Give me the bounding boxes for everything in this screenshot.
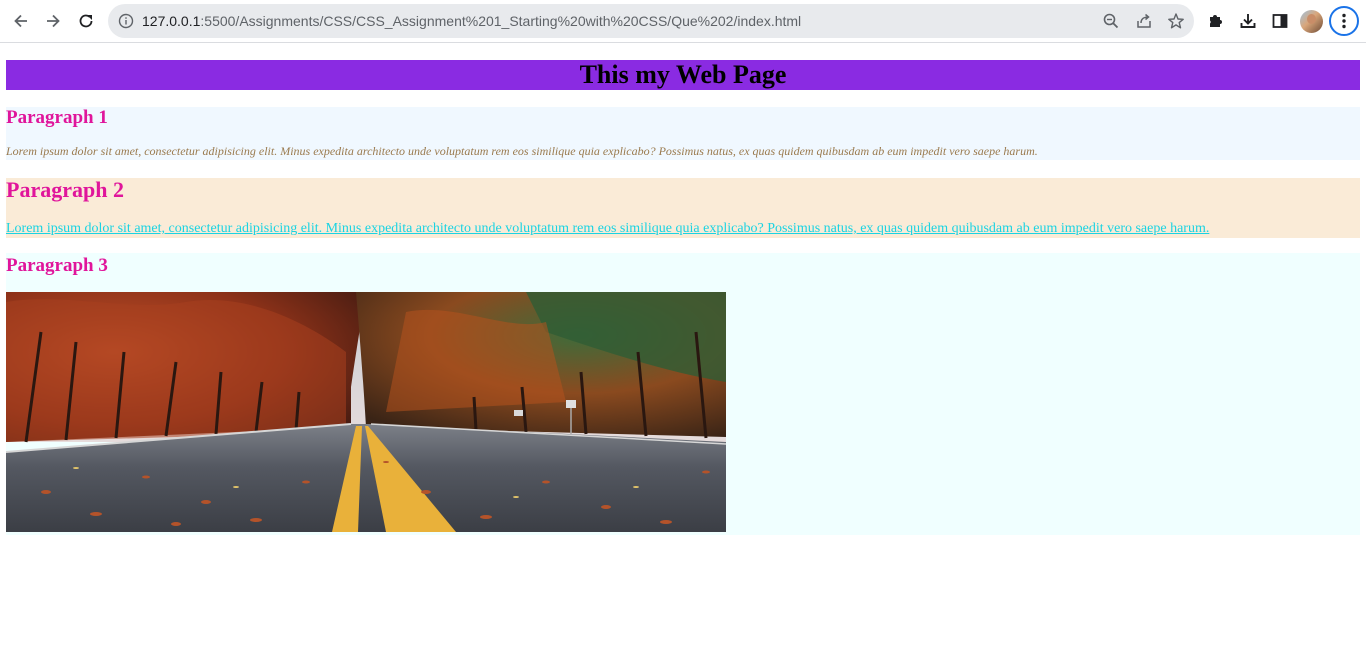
page-title: This my Web Page xyxy=(6,60,1360,90)
star-icon[interactable] xyxy=(1167,12,1185,30)
autumn-road-image xyxy=(6,292,726,532)
page-viewport: This my Web Page Paragraph 1 Lorem ipsum… xyxy=(0,44,1366,651)
url-text[interactable]: 127.0.0.1:5500/Assignments/CSS/CSS_Assig… xyxy=(142,13,801,29)
info-icon[interactable] xyxy=(118,13,134,29)
puzzle-icon xyxy=(1210,15,1222,27)
avatar[interactable] xyxy=(1300,10,1323,33)
reload-icon xyxy=(79,14,93,28)
arrow-left-icon xyxy=(14,14,27,28)
paragraph-3-title: Paragraph 3 xyxy=(6,255,108,276)
paragraph-1-title: Paragraph 1 xyxy=(6,107,108,128)
paragraph-2-link[interactable]: Lorem ipsum dolor sit amet, consectetur … xyxy=(6,221,1209,237)
kebab-menu-icon xyxy=(1342,13,1346,29)
back-button[interactable] xyxy=(7,7,35,35)
paragraph-2-title: Paragraph 2 xyxy=(6,177,124,202)
autumn-road-image-graphic xyxy=(6,292,726,532)
paragraph-1-text: Lorem ipsum dolor sit amet, consectetur … xyxy=(6,144,1038,158)
reload-button[interactable] xyxy=(72,7,100,35)
paragraph-2-section: Paragraph 2 Lorem ipsum dolor sit amet, … xyxy=(6,178,1360,238)
browser-toolbar: 127.0.0.1:5500/Assignments/CSS/CSS_Assig… xyxy=(0,0,1366,43)
download-icon xyxy=(1240,14,1256,28)
extensions-button[interactable] xyxy=(1202,7,1230,35)
address-bar[interactable]: 127.0.0.1:5500/Assignments/CSS/CSS_Assig… xyxy=(108,4,1194,38)
url-host: 127.0.0.1 xyxy=(142,13,201,29)
arrow-right-icon xyxy=(47,14,60,28)
zoom-icon[interactable] xyxy=(1102,12,1120,30)
side-panel-button[interactable] xyxy=(1266,7,1294,35)
forward-button[interactable] xyxy=(39,7,67,35)
paragraph-3-section: Paragraph 3 xyxy=(6,253,1360,535)
share-icon[interactable] xyxy=(1135,12,1153,30)
browser-menu-button[interactable] xyxy=(1329,6,1359,36)
paragraph-1-section: Paragraph 1 Lorem ipsum dolor sit amet, … xyxy=(6,107,1360,160)
side-panel-icon xyxy=(1272,14,1288,28)
downloads-button[interactable] xyxy=(1234,7,1262,35)
url-path: :5500/Assignments/CSS/CSS_Assignment%201… xyxy=(200,13,802,29)
